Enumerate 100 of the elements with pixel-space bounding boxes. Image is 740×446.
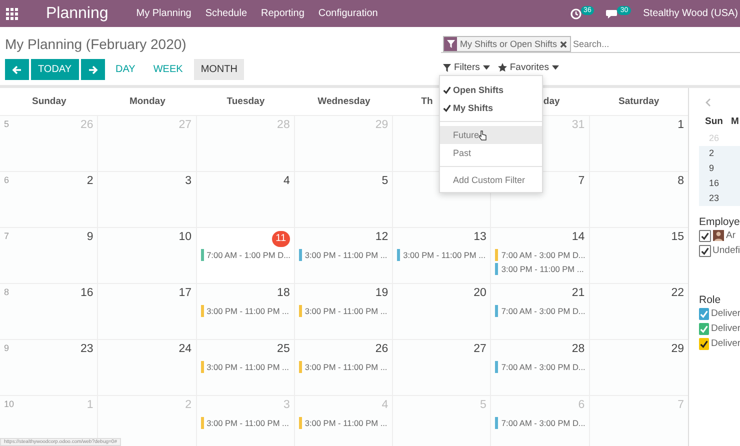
filter-option[interactable]: My Shifts <box>440 99 542 117</box>
checkbox[interactable] <box>699 230 711 242</box>
mini-weekday: M <box>730 116 739 127</box>
checkbox[interactable] <box>699 244 711 256</box>
pointer-cursor-icon <box>478 130 488 140</box>
apps-menu-icon[interactable] <box>6 8 18 20</box>
menu-item[interactable]: My Planning <box>136 8 192 19</box>
chat-icon[interactable] <box>606 8 618 20</box>
weekday-header: Monday <box>129 96 166 107</box>
scale-tab[interactable]: WEEK <box>146 59 190 80</box>
day-number: 23 <box>80 343 94 355</box>
day-number: 14 <box>572 231 585 243</box>
shift-event[interactable]: 7:00 AM - 3:00 PM D... <box>495 249 585 261</box>
scale-tab[interactable]: MONTH <box>194 59 244 80</box>
weekday-header: day <box>543 96 560 107</box>
day-number: 3 <box>185 175 192 187</box>
day-number: 27 <box>474 343 486 355</box>
day-number: 24 <box>178 343 192 355</box>
add-custom-filter[interactable]: Add Custom Filter <box>440 171 542 189</box>
day-number: 2 <box>86 175 94 187</box>
day-number: 22 <box>671 287 684 299</box>
mini-day[interactable]: 16 <box>699 176 740 191</box>
favorites-button[interactable]: Favorites <box>496 59 561 76</box>
day-number: 8 <box>678 175 684 187</box>
arrow-right-icon <box>88 64 98 74</box>
shift-event[interactable]: 7:00 AM - 3:00 PM D... <box>495 417 585 429</box>
menu-item[interactable]: Reporting <box>261 8 304 19</box>
day-number: 6 <box>578 399 585 411</box>
user-menu[interactable]: Stealthy Wood (USA) <box>643 8 738 19</box>
day-number: 20 <box>474 287 486 299</box>
filter-option[interactable]: Past <box>440 144 542 162</box>
app-name: Planning <box>46 4 108 22</box>
employee-label: Undefi <box>712 245 740 256</box>
shift-event[interactable]: 3:00 PM - 11:00 PM ... <box>495 263 585 275</box>
mini-weekday: Sun <box>705 116 723 127</box>
day-number: 31 <box>572 119 585 131</box>
shift-event[interactable]: 7:00 AM - 1:00 PM D... <box>200 249 290 261</box>
filter-option[interactable]: Future <box>440 126 542 144</box>
search-field[interactable]: Search... <box>571 39 740 49</box>
shift-event[interactable]: 7:00 AM - 3:00 PM D... <box>495 305 585 317</box>
weekday-header: Sunday <box>32 96 66 107</box>
shift-event[interactable]: 7:00 AM - 3:00 PM D... <box>495 361 585 373</box>
check-icon <box>443 104 451 112</box>
mini-day[interactable]: 9 <box>699 161 740 176</box>
filter-title: Role <box>699 294 722 306</box>
role-checkbox[interactable] <box>699 322 709 334</box>
filter-icon <box>446 40 454 48</box>
week-number: 9 <box>4 343 10 353</box>
shift-event[interactable]: 3:00 PM - 11:00 PM ... <box>298 305 388 317</box>
shift-event[interactable]: 3:00 PM - 11:00 PM ... <box>298 417 388 429</box>
week-number: 7 <box>4 231 10 241</box>
filter-option[interactable]: Open Shifts <box>440 81 542 99</box>
role-checkbox[interactable] <box>699 338 709 350</box>
role-checkbox[interactable] <box>699 308 709 320</box>
previous-button[interactable] <box>5 59 29 80</box>
filters-button[interactable]: Filters <box>441 59 492 76</box>
day-number: 25 <box>277 343 290 355</box>
day-number: 28 <box>572 343 585 355</box>
clock-icon[interactable] <box>570 8 582 20</box>
star-icon <box>498 63 507 72</box>
week-number: 6 <box>4 175 10 185</box>
day-number: 12 <box>375 231 388 243</box>
day-number: 18 <box>277 287 290 299</box>
day-number: 4 <box>283 175 290 187</box>
day-number: 7 <box>578 175 585 187</box>
week-number: 10 <box>4 399 14 409</box>
caret-icon <box>482 65 490 70</box>
filter-title: Employe <box>699 216 740 228</box>
shift-event[interactable]: 3:00 PM - 11:00 PM ... <box>298 361 388 373</box>
arrow-left-icon <box>12 64 22 74</box>
shift-event[interactable]: 3:00 PM - 11:00 PM ... <box>200 417 290 429</box>
next-button[interactable] <box>80 59 105 80</box>
day-number: 29 <box>671 343 684 355</box>
day-number: 27 <box>178 119 192 131</box>
page-title: My Planning (February 2020) <box>5 36 188 52</box>
shift-event[interactable]: 3:00 PM - 11:00 PM ... <box>298 249 388 261</box>
close-icon[interactable] <box>560 40 568 48</box>
week-number: 8 <box>4 287 10 297</box>
day-number: 9 <box>86 231 94 243</box>
today-button[interactable]: TODAY <box>31 59 79 80</box>
facet-label: My Shifts or Open Shifts <box>460 39 558 49</box>
shift-event[interactable]: 3:00 PM - 11:00 PM ... <box>200 361 290 373</box>
day-number: 3 <box>283 399 290 411</box>
menu-item[interactable]: Schedule <box>205 8 248 19</box>
weekday-header: Saturday <box>618 96 660 107</box>
day-number: 4 <box>382 399 388 411</box>
day-number: 7 <box>678 399 684 411</box>
day-number: 26 <box>375 343 388 355</box>
week-number: 5 <box>4 119 10 129</box>
mini-day[interactable]: 2 <box>699 146 740 161</box>
mini-day[interactable]: 23 <box>699 191 740 206</box>
menu-item[interactable]: Configuration <box>318 8 378 19</box>
day-number: 26 <box>80 119 94 131</box>
day-number: 17 <box>178 287 192 299</box>
scale-tab[interactable]: DAY <box>108 59 142 80</box>
weekday-header: Wednesday <box>318 96 370 107</box>
day-number: 21 <box>572 287 585 299</box>
shift-event[interactable]: 3:00 PM - 11:00 PM ... <box>200 305 290 317</box>
shift-event[interactable]: 3:00 PM - 11:00 PM ... <box>397 249 486 261</box>
weekday-header: Tuesday <box>226 96 265 107</box>
